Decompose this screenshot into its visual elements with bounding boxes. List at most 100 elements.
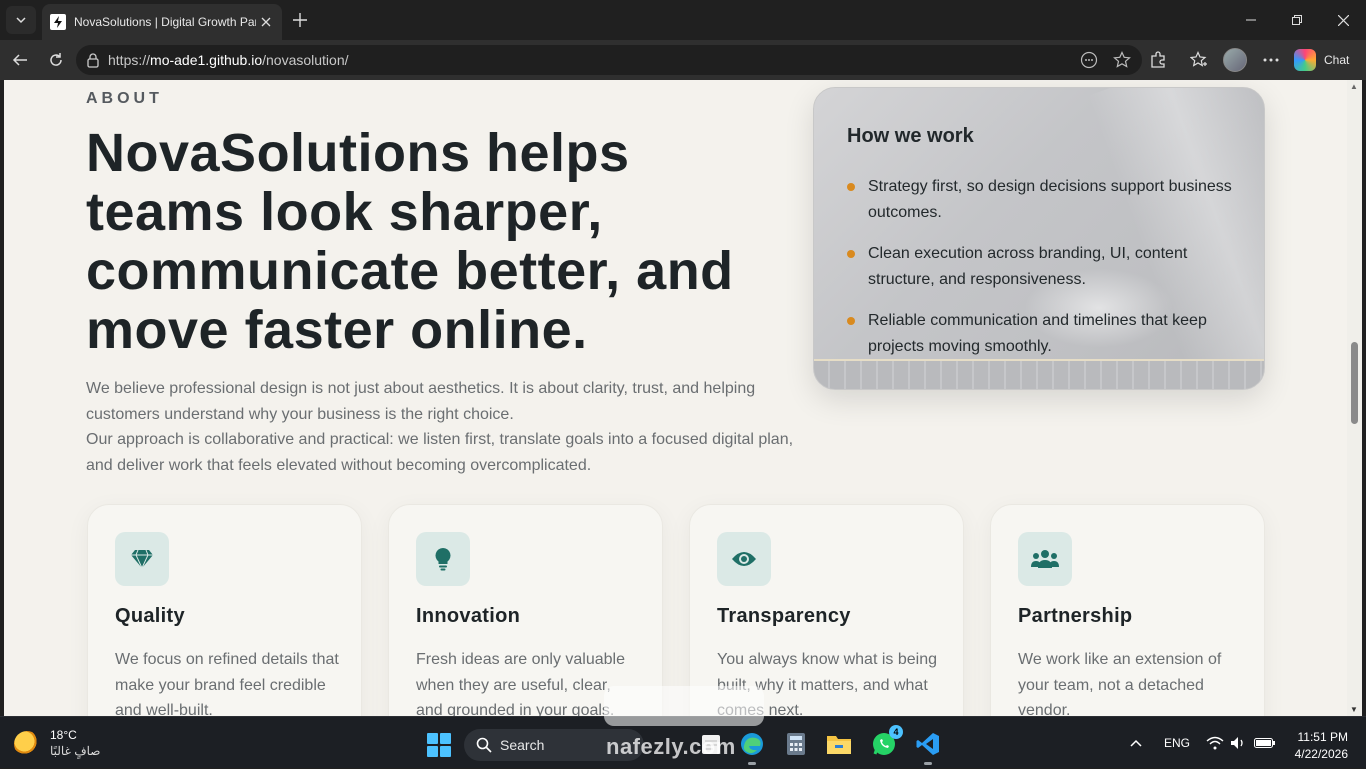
url-path: /novasolution/	[262, 52, 349, 68]
favorites-icon[interactable]	[1188, 49, 1210, 71]
tab-actions-button[interactable]	[6, 6, 36, 34]
tab-title: NovaSolutions | Digital Growth Partner	[74, 15, 256, 29]
value-card-innovation: Innovation Fresh ideas are only valuable…	[388, 504, 663, 716]
running-indicator	[924, 762, 932, 765]
refresh-button[interactable]	[42, 46, 70, 74]
running-indicator	[748, 762, 756, 765]
browser-tab-bar: NovaSolutions | Digital Growth Partner	[0, 0, 1366, 40]
how-we-work-item: Reliable communication and timelines tha…	[847, 308, 1247, 359]
url-host: mo-ade1.github.io	[150, 52, 263, 68]
read-aloud-icon[interactable]	[1079, 50, 1099, 70]
scroll-down-arrow-icon[interactable]: ▼	[1350, 705, 1358, 714]
bullet-dot-icon	[847, 317, 855, 325]
value-description: You always know what is being built, why…	[717, 651, 937, 716]
how-we-work-item-text: Strategy first, so design decisions supp…	[868, 178, 1232, 221]
about-paragraph-2: Our approach is collaborative and practi…	[86, 431, 794, 474]
value-card-transparency: Transparency You always know what is bei…	[689, 504, 964, 716]
folder-icon	[827, 736, 851, 754]
scrollbar-thumb[interactable]	[1351, 342, 1358, 424]
gem-icon	[115, 532, 169, 586]
taskbar-app-notepad[interactable]	[698, 731, 724, 757]
how-we-work-title: How we work	[847, 125, 974, 147]
how-we-work-item: Clean execution across branding, UI, con…	[847, 241, 1247, 292]
how-we-work-item: Strategy first, so design decisions supp…	[847, 174, 1247, 225]
system-clock[interactable]: 11:51 PM 4/22/2026	[1286, 729, 1348, 763]
clock-date: 4/22/2026	[1294, 747, 1348, 761]
wifi-icon[interactable]	[1206, 717, 1224, 769]
new-tab-button[interactable]	[288, 8, 312, 32]
calculator-icon	[787, 733, 805, 755]
notification-badge: 4	[889, 725, 903, 739]
windows-taskbar: 18°C صافٍ غالبًا Search 4 ENG 11:51 PM 4…	[0, 716, 1366, 768]
more-menu-icon[interactable]	[1260, 49, 1282, 71]
weather-widget[interactable]: 18°C صافٍ غالبًا	[14, 727, 100, 759]
weather-temperature: 18°C	[50, 728, 77, 742]
how-we-work-card: How we work Strategy first, so design de…	[813, 87, 1265, 390]
restore-icon	[1292, 15, 1302, 25]
copilot-label: Chat	[1324, 53, 1350, 67]
plus-icon	[293, 13, 307, 27]
taskbar-app-edge[interactable]	[739, 731, 765, 765]
taskbar-app-calculator[interactable]	[783, 731, 809, 757]
bullet-dot-icon	[847, 250, 855, 258]
browser-toolbar: https://mo-ade1.github.io/novasolution/ …	[0, 40, 1366, 80]
close-window-button[interactable]	[1320, 0, 1366, 40]
start-logo-tile	[427, 746, 438, 757]
show-hidden-icons-button[interactable]	[1130, 717, 1142, 769]
taskbar-app-file-explorer[interactable]	[826, 731, 852, 757]
page-viewport: ABOUT NovaSolutions helps teams look sha…	[4, 80, 1347, 716]
favorite-star-icon[interactable]	[1112, 50, 1132, 70]
minimize-window-button[interactable]	[1228, 0, 1274, 40]
value-title: Partnership	[1018, 605, 1133, 627]
arrow-left-icon	[12, 54, 27, 66]
back-button[interactable]	[6, 46, 34, 74]
value-title: Innovation	[416, 605, 521, 627]
volume-icon[interactable]	[1230, 717, 1246, 769]
lightning-favicon-icon	[50, 14, 66, 30]
clock-time: 11:51 PM	[1297, 730, 1348, 744]
browser-tab-active[interactable]: NovaSolutions | Digital Growth Partner	[42, 4, 282, 40]
url-text[interactable]: https://mo-ade1.github.io/novasolution/	[108, 52, 349, 68]
battery-icon[interactable]	[1254, 717, 1276, 769]
profile-avatar[interactable]	[1223, 48, 1247, 72]
about-headline: NovaSolutions helps teams look sharper, …	[86, 123, 734, 360]
about-lead: We believe professional design is not ju…	[86, 376, 796, 478]
value-card-quality: Quality We focus on refined details that…	[87, 504, 362, 716]
taskbar-app-whatsapp[interactable]: 4	[871, 725, 903, 757]
value-title: Quality	[115, 605, 185, 627]
eye-icon	[717, 532, 771, 586]
value-description: Fresh ideas are only valuable when they …	[416, 651, 626, 716]
taskbar-app-vscode[interactable]	[915, 731, 941, 765]
value-title: Transparency	[717, 605, 851, 627]
users-icon	[1018, 532, 1072, 586]
search-icon	[476, 737, 492, 753]
windows-start-button[interactable]	[427, 733, 451, 757]
restore-window-button[interactable]	[1274, 0, 1320, 40]
address-bar[interactable]: https://mo-ade1.github.io/novasolution/	[76, 45, 1142, 75]
copilot-chat-button[interactable]: Chat	[1294, 46, 1349, 74]
page-scrollbar[interactable]: ▲ ▼	[1347, 80, 1362, 716]
weather-condition: صافٍ غالبًا	[50, 744, 101, 758]
minimize-icon	[1246, 19, 1256, 21]
how-we-work-item-text: Clean execution across branding, UI, con…	[868, 245, 1188, 288]
close-tab-icon[interactable]	[258, 14, 274, 30]
lock-icon[interactable]	[86, 52, 100, 73]
value-card-partnership: Partnership We work like an extension of…	[990, 504, 1265, 716]
about-paragraph-1: We believe professional design is not ju…	[86, 380, 756, 423]
bullet-dot-icon	[847, 183, 855, 191]
notepad-icon	[702, 735, 720, 754]
vscode-icon	[916, 733, 939, 755]
start-logo-tile	[440, 746, 451, 757]
start-logo-tile	[427, 733, 438, 744]
close-icon	[1337, 14, 1349, 26]
start-logo-tile	[440, 733, 451, 744]
section-eyebrow: ABOUT	[86, 90, 163, 107]
language-indicator[interactable]: ENG	[1164, 717, 1190, 769]
value-description: We focus on refined details that make yo…	[115, 651, 339, 716]
taskbar-search[interactable]: Search	[464, 729, 644, 761]
extensions-icon[interactable]	[1147, 49, 1169, 71]
scroll-up-arrow-icon[interactable]: ▲	[1350, 82, 1358, 91]
refresh-icon	[50, 53, 62, 66]
value-description: We work like an extension of your team, …	[1018, 651, 1222, 716]
how-we-work-item-text: Reliable communication and timelines tha…	[868, 312, 1207, 355]
